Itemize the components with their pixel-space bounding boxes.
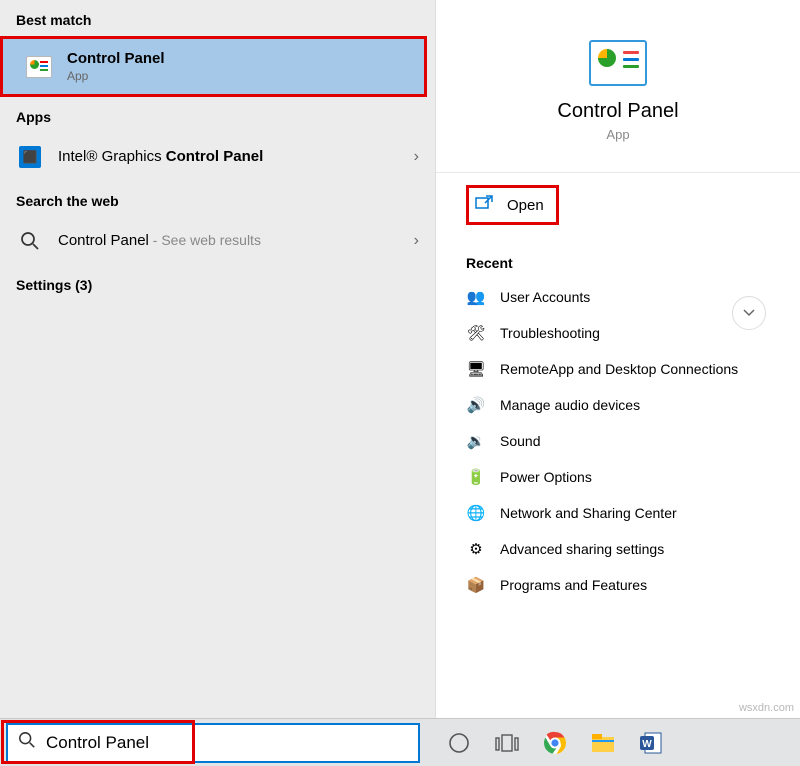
results-pane: Best match Control Panel App Apps ⬛ Inte… — [0, 0, 436, 718]
details-pane: Control Panel App Open Recent 👥 User Acco… — [436, 0, 800, 718]
taskbar-search[interactable] — [6, 723, 420, 763]
recent-item[interactable]: ⚙ Advanced sharing settings — [436, 531, 800, 567]
apps-header: Apps — [0, 97, 435, 133]
recent-item-label: RemoteApp and Desktop Connections — [500, 361, 738, 377]
recent-item[interactable]: 🔉 Sound — [436, 423, 800, 459]
recent-item-label: User Accounts — [500, 289, 590, 305]
recent-item-label: Sound — [500, 433, 540, 449]
search-input[interactable] — [46, 733, 408, 753]
explorer-button[interactable] — [588, 728, 618, 758]
recent-item[interactable]: 🔊 Manage audio devices — [436, 387, 800, 423]
recent-item-label: Troubleshooting — [500, 325, 600, 341]
recent-item[interactable]: 🖥 RemoteApp and Desktop Connections — [436, 351, 800, 387]
best-match-sub: App — [67, 69, 408, 85]
recent-item-icon: 🛠 — [466, 323, 486, 343]
web-result[interactable]: Control Panel - See web results › — [0, 217, 435, 265]
app-result-title: Intel® Graphics Control Panel — [58, 147, 400, 167]
recent-item-icon: 🌐 — [466, 503, 486, 523]
recent-item-label: Advanced sharing settings — [500, 541, 664, 557]
chrome-button[interactable] — [540, 728, 570, 758]
app-hero-icon — [589, 40, 647, 86]
control-panel-icon — [25, 53, 53, 81]
watermark: wsxdn.com — [739, 702, 794, 714]
best-match-result[interactable]: Control Panel App — [0, 36, 427, 97]
intel-icon: ⬛ — [16, 143, 44, 171]
recent-item-icon: 🔉 — [466, 431, 486, 451]
best-match-header: Best match — [0, 0, 435, 36]
cortana-button[interactable] — [444, 728, 474, 758]
app-hero-title: Control Panel — [436, 100, 800, 123]
web-header: Search the web — [0, 181, 435, 217]
best-match-title: Control Panel — [67, 49, 408, 69]
recent-item-label: Network and Sharing Center — [500, 505, 677, 521]
open-action[interactable]: Open — [436, 173, 800, 237]
settings-header[interactable]: Settings (3) — [0, 265, 435, 301]
app-hero-sub: App — [436, 127, 800, 142]
search-icon — [16, 227, 44, 255]
open-label: Open — [507, 197, 544, 214]
recent-item-icon: 🖥 — [466, 359, 486, 379]
recent-item-icon: 👥 — [466, 287, 486, 307]
search-icon — [18, 731, 36, 754]
recent-item-label: Manage audio devices — [500, 397, 640, 413]
recent-item-label: Programs and Features — [500, 577, 647, 593]
recent-item-icon: ⚙ — [466, 539, 486, 559]
chevron-right-icon: › — [414, 148, 419, 166]
recent-header: Recent — [436, 237, 800, 279]
chevron-right-icon: › — [414, 232, 419, 250]
web-result-title: Control Panel - See web results — [58, 231, 400, 251]
recent-item-icon: 📦 — [466, 575, 486, 595]
recent-item[interactable]: 🔋 Power Options — [436, 459, 800, 495]
task-view-button[interactable] — [492, 728, 522, 758]
recent-item[interactable]: 🌐 Network and Sharing Center — [436, 495, 800, 531]
taskbar: W — [0, 718, 800, 766]
open-icon — [475, 194, 493, 216]
app-result-intel[interactable]: ⬛ Intel® Graphics Control Panel › — [0, 133, 435, 181]
recent-item-label: Power Options — [500, 469, 592, 485]
svg-text:W: W — [642, 739, 652, 750]
recent-item-icon: 🔊 — [466, 395, 486, 415]
expand-button[interactable] — [732, 296, 766, 330]
word-button[interactable]: W — [636, 728, 666, 758]
recent-item[interactable]: 📦 Programs and Features — [436, 567, 800, 603]
recent-item-icon: 🔋 — [466, 467, 486, 487]
